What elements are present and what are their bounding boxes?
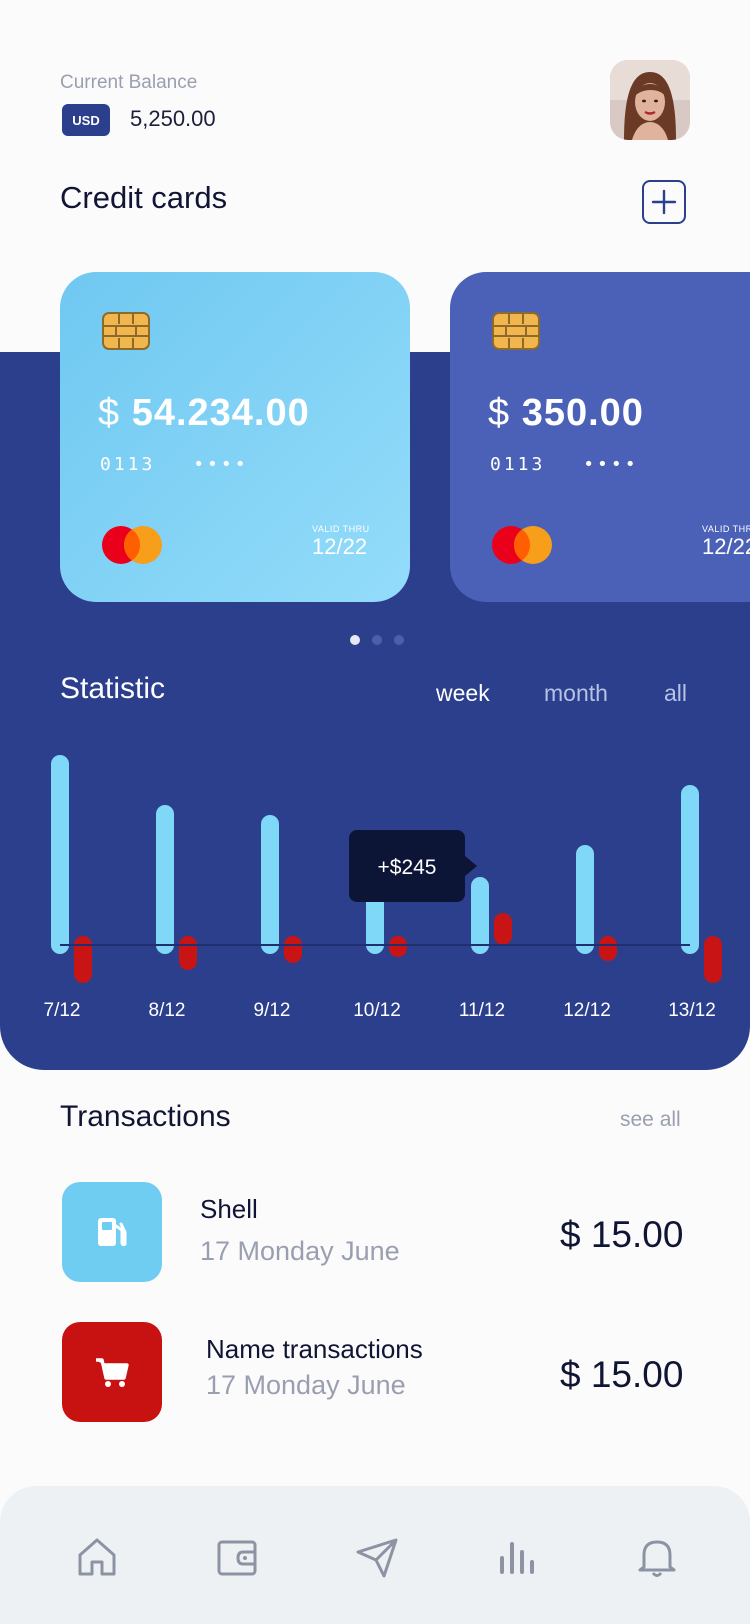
credit-cards-title: Credit cards [60, 180, 228, 215]
card-valid-thru: VALID THRU 12/22 [702, 524, 750, 560]
card-number-prefix: 0113 [490, 454, 546, 475]
fuel-pump-icon [98, 1218, 127, 1247]
see-all-link[interactable]: see all [620, 1108, 681, 1132]
transaction-amount: $ 15.00 [560, 1214, 684, 1255]
chart-bar-positive [576, 845, 594, 954]
transactions-title: Transactions [60, 1100, 231, 1133]
card-currency-symbol: $ [488, 392, 511, 434]
chart-x-label: 11/12 [459, 1000, 505, 1021]
balance-value: 5,250.00 [130, 106, 216, 131]
chart-tooltip: +$245 [349, 830, 477, 902]
transaction-amount: $ 15.00 [560, 1354, 684, 1395]
statistic-chart: 7/12 8/12 9/12 10/12 11/12 12/12 13/12 +$245 [44, 755, 722, 1021]
transaction-item[interactable]: Name transactions 17 Monday June $ 15.00 [0, 1318, 750, 1428]
wallet-icon[interactable] [214, 1534, 260, 1580]
card-pagination [350, 635, 404, 645]
pagination-dot[interactable] [372, 635, 382, 645]
credit-card-2[interactable]: $ 350.00 0113 •••• VALID THRU 12/22 [450, 272, 750, 602]
card-balance: 350.00 [521, 392, 644, 434]
transaction-date: 17 Monday June [206, 1370, 406, 1400]
chart-bar-negative [74, 936, 92, 983]
valid-thru-date: 12/22 [702, 534, 750, 559]
credit-card-1[interactable]: $ 54.234.00 0113 •••• VALID THRU 12/22 [60, 272, 410, 602]
send-icon[interactable] [354, 1534, 400, 1580]
valid-thru-label: VALID THRU [702, 524, 750, 534]
balance-label: Current Balance [60, 72, 198, 93]
avatar[interactable] [610, 60, 690, 140]
card-valid-thru: VALID THRU 12/22 [312, 524, 370, 560]
mastercard-logo-icon [492, 526, 552, 564]
card-amount: $ 350.00 [488, 392, 644, 435]
chart-bar-positive [471, 877, 489, 954]
shopping-cart-icon [96, 1358, 129, 1387]
chart-bar-positive [261, 815, 279, 954]
card-balance: 54.234.00 [131, 392, 310, 434]
chart-x-label: 9/12 [254, 1000, 291, 1021]
plus-icon [651, 189, 677, 215]
card-amount: $ 54.234.00 [98, 392, 310, 435]
valid-thru-label: VALID THRU [312, 524, 370, 534]
transaction-date: 17 Monday June [200, 1236, 400, 1266]
statistics-icon[interactable] [494, 1534, 540, 1580]
chart-bar-positive [681, 785, 699, 954]
card-number-mask: •••• [583, 454, 639, 475]
valid-thru-date: 12/22 [312, 534, 368, 559]
card-number: 0113 •••• [490, 454, 639, 475]
transaction-name: Name transactions [206, 1334, 423, 1364]
pagination-dot[interactable] [350, 635, 360, 645]
card-chip-icon [102, 312, 150, 350]
card-chip-icon [492, 312, 540, 350]
chart-bar-positive [156, 805, 174, 954]
bell-icon[interactable] [634, 1534, 680, 1580]
transaction-icon-box [62, 1322, 162, 1422]
card-number-prefix: 0113 [100, 454, 156, 475]
chart-bar-negative [389, 936, 407, 957]
home-icon[interactable] [74, 1534, 120, 1580]
chart-bar-negative [704, 936, 722, 983]
chart-bar-negative [494, 913, 512, 945]
card-number: 0113 •••• [100, 454, 249, 475]
card-number-mask: •••• [193, 454, 249, 475]
add-card-button[interactable] [642, 180, 686, 224]
chart-bar-negative [284, 936, 302, 963]
pagination-dot[interactable] [394, 635, 404, 645]
transaction-icon-box [62, 1182, 162, 1282]
chart-bar-negative [179, 936, 197, 970]
chart-x-label: 8/12 [149, 1000, 186, 1021]
transaction-name: Shell [200, 1194, 258, 1224]
chart-x-label: 7/12 [44, 1000, 81, 1021]
card-currency-symbol: $ [98, 392, 121, 434]
chart-tooltip-label: +$245 [378, 856, 437, 879]
chart-x-label: 12/12 [563, 1000, 611, 1021]
chart-bar-positive [51, 755, 69, 954]
transaction-item[interactable]: Shell 17 Monday June $ 15.00 [0, 1178, 750, 1288]
chart-x-label: 13/12 [668, 1000, 716, 1021]
chart-bar-negative [599, 936, 617, 961]
chart-x-label: 10/12 [353, 1000, 401, 1021]
currency-badge: USD [62, 104, 110, 136]
mastercard-logo-icon [102, 526, 162, 564]
